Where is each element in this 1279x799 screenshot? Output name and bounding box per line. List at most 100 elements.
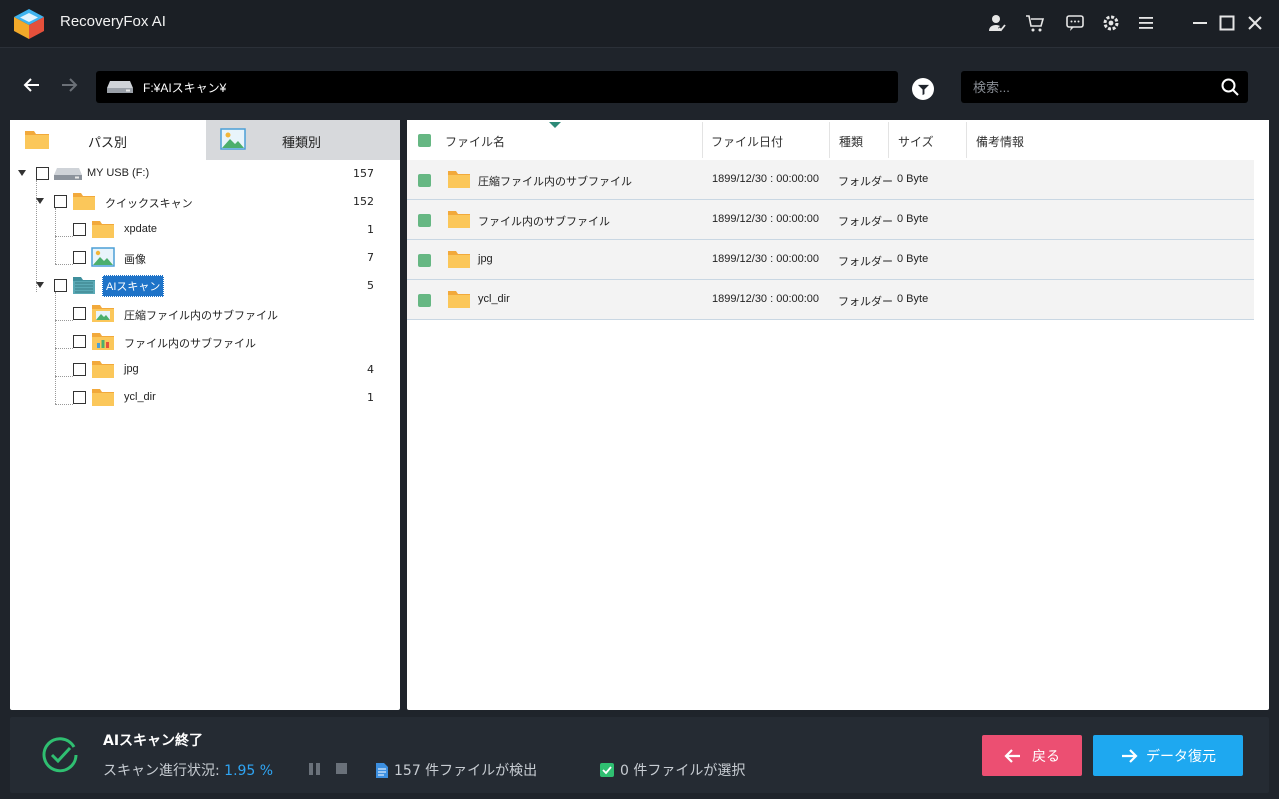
folder-icon bbox=[92, 221, 114, 238]
tree-item-jpg[interactable]: jpg 4 bbox=[10, 356, 400, 384]
cell-name: jpg bbox=[478, 253, 493, 265]
expand-arrow-icon[interactable] bbox=[18, 170, 26, 176]
tab-by-type[interactable]: 種類別 bbox=[206, 120, 400, 160]
back-button[interactable]: 戻る bbox=[982, 735, 1082, 776]
tab-label: 種類別 bbox=[282, 136, 322, 151]
row-checkbox[interactable] bbox=[418, 294, 431, 307]
row-checkbox[interactable] bbox=[418, 254, 431, 267]
column-header-name[interactable]: ファイル名 bbox=[445, 133, 505, 150]
recover-button-label: データ復元 bbox=[1146, 748, 1216, 765]
table-header: ファイル名 ファイル日付 種類 サイズ 備考情報 bbox=[407, 120, 1269, 160]
path-text: F:¥AIスキャン¥ bbox=[143, 81, 227, 95]
back-button-label: 戻る bbox=[1032, 748, 1060, 765]
select-all-checkbox[interactable] bbox=[418, 134, 431, 147]
expand-arrow-icon[interactable] bbox=[36, 198, 44, 204]
tree-item-count: 1 bbox=[367, 223, 374, 236]
tree-item-my-usb[interactable]: MY USB (F:) 157 bbox=[10, 160, 400, 188]
settings-icon[interactable] bbox=[1098, 10, 1124, 36]
tree-checkbox[interactable] bbox=[73, 391, 86, 404]
tree-item-quick-scan[interactable]: クイックスキャン 152 bbox=[10, 188, 400, 216]
table-row[interactable]: jpg 1899/12/30 : 00:00:00 フォルダー 0 Byte bbox=[407, 240, 1254, 280]
scan-complete-icon bbox=[42, 737, 78, 773]
tree-item-ycl-dir[interactable]: ycl_dir 1 bbox=[10, 384, 400, 412]
table-row[interactable]: ycl_dir 1899/12/30 : 00:00:00 フォルダー 0 By… bbox=[407, 280, 1254, 320]
stop-icon[interactable] bbox=[336, 763, 347, 774]
tree-item-label: ycl_dir bbox=[124, 391, 156, 403]
tree-item-ai-scan[interactable]: AIスキャン 5 bbox=[10, 272, 400, 300]
scan-progress: スキャン進行状況: 1.95 % bbox=[103, 760, 273, 780]
column-header-note[interactable]: 備考情報 bbox=[976, 133, 1024, 150]
tree-item-label: xpdate bbox=[124, 223, 158, 235]
menu-icon[interactable] bbox=[1133, 10, 1159, 36]
app-title: RecoveryFox AI bbox=[60, 13, 166, 30]
folder-icon bbox=[92, 361, 114, 378]
cell-date: 1899/12/30 : 00:00:00 bbox=[712, 293, 820, 305]
path-bar[interactable]: F:¥AIスキャン¥ bbox=[96, 71, 898, 103]
tree-checkbox[interactable] bbox=[73, 363, 86, 376]
tab-label: パス別 bbox=[88, 136, 128, 151]
expand-arrow-icon[interactable] bbox=[36, 282, 44, 288]
tree-item-count: 7 bbox=[367, 251, 374, 264]
row-checkbox[interactable] bbox=[418, 174, 431, 187]
cell-name: ファイル内のサブファイル bbox=[478, 216, 610, 228]
tree-item-file-subfiles[interactable]: ファイル内のサブファイル bbox=[10, 328, 400, 356]
tab-by-path[interactable]: パス別 bbox=[10, 120, 206, 160]
forward-arrow-icon[interactable] bbox=[56, 72, 82, 98]
found-text: 157 件ファイルが検出 bbox=[394, 763, 538, 779]
folder-icon bbox=[448, 171, 470, 188]
row-checkbox[interactable] bbox=[418, 214, 431, 227]
arrow-left-icon bbox=[1004, 748, 1020, 763]
table-row[interactable]: 圧縮ファイル内のサブファイル 1899/12/30 : 00:00:00 フォル… bbox=[407, 160, 1254, 200]
tree-item-label: 画像 bbox=[124, 254, 146, 266]
tree-item-count: 152 bbox=[353, 195, 374, 208]
tree-checkbox[interactable] bbox=[73, 251, 86, 264]
tree-checkbox[interactable] bbox=[73, 335, 86, 348]
progress-value: 1.95 % bbox=[224, 763, 274, 779]
column-header-date[interactable]: ファイル日付 bbox=[711, 133, 783, 150]
tree-item-count: 4 bbox=[367, 363, 374, 376]
filter-icon[interactable] bbox=[912, 78, 934, 100]
pause-icon[interactable] bbox=[308, 763, 322, 775]
tree-item-label: MY USB (F:) bbox=[87, 167, 150, 179]
folder-icon bbox=[73, 193, 95, 210]
recover-button[interactable]: データ復元 bbox=[1093, 735, 1243, 776]
folder-icon bbox=[25, 131, 49, 149]
sort-desc-icon bbox=[549, 122, 561, 128]
status-bar: AIスキャン終了 スキャン進行状況: 1.95 % 157 件ファイルが検出 0… bbox=[10, 717, 1269, 793]
title-bar: RecoveryFox AI bbox=[0, 0, 1279, 48]
image-icon bbox=[220, 128, 246, 150]
cart-icon[interactable] bbox=[1022, 10, 1048, 36]
cell-type: フォルダー bbox=[838, 296, 893, 308]
tree-checkbox[interactable] bbox=[73, 223, 86, 236]
cell-size: 0 Byte bbox=[897, 213, 929, 225]
column-header-size[interactable]: サイズ bbox=[898, 133, 934, 150]
tree-checkbox[interactable] bbox=[36, 167, 49, 180]
cell-name: ycl_dir bbox=[478, 293, 510, 305]
tree-checkbox[interactable] bbox=[73, 307, 86, 320]
tree-checkbox[interactable] bbox=[54, 195, 67, 208]
tree-item-compressed-subfiles[interactable]: 圧縮ファイル内のサブファイル bbox=[10, 300, 400, 328]
close-icon[interactable] bbox=[1242, 10, 1268, 36]
tree-item-label: jpg bbox=[124, 363, 139, 375]
document-icon bbox=[376, 762, 388, 778]
cell-date: 1899/12/30 : 00:00:00 bbox=[712, 213, 820, 225]
back-arrow-icon[interactable] bbox=[19, 72, 45, 98]
minimize-icon[interactable] bbox=[1187, 10, 1213, 36]
tree-item-count: 5 bbox=[367, 279, 374, 292]
checkbox-checked-icon bbox=[600, 763, 614, 777]
found-count: 157 件ファイルが検出 bbox=[376, 760, 537, 780]
cell-size: 0 Byte bbox=[897, 173, 929, 185]
feedback-icon[interactable] bbox=[1062, 10, 1088, 36]
account-icon[interactable] bbox=[984, 10, 1010, 36]
column-header-type[interactable]: 種類 bbox=[839, 133, 863, 150]
tree-item-xpdate[interactable]: xpdate 1 bbox=[10, 216, 400, 244]
tree-item-label: クイックスキャン bbox=[105, 198, 193, 210]
search-input[interactable] bbox=[961, 71, 1211, 103]
search-icon[interactable] bbox=[1220, 77, 1240, 97]
tree-panel: パス別 種類別 MY USB (F:) 157 クイックスキャン 152 xpd… bbox=[10, 120, 400, 710]
maximize-icon[interactable] bbox=[1214, 10, 1240, 36]
tree-item-images[interactable]: 画像 7 bbox=[10, 244, 400, 272]
table-row[interactable]: ファイル内のサブファイル 1899/12/30 : 00:00:00 フォルダー… bbox=[407, 200, 1254, 240]
tree-checkbox[interactable] bbox=[54, 279, 67, 292]
image-folder-icon bbox=[91, 247, 115, 267]
